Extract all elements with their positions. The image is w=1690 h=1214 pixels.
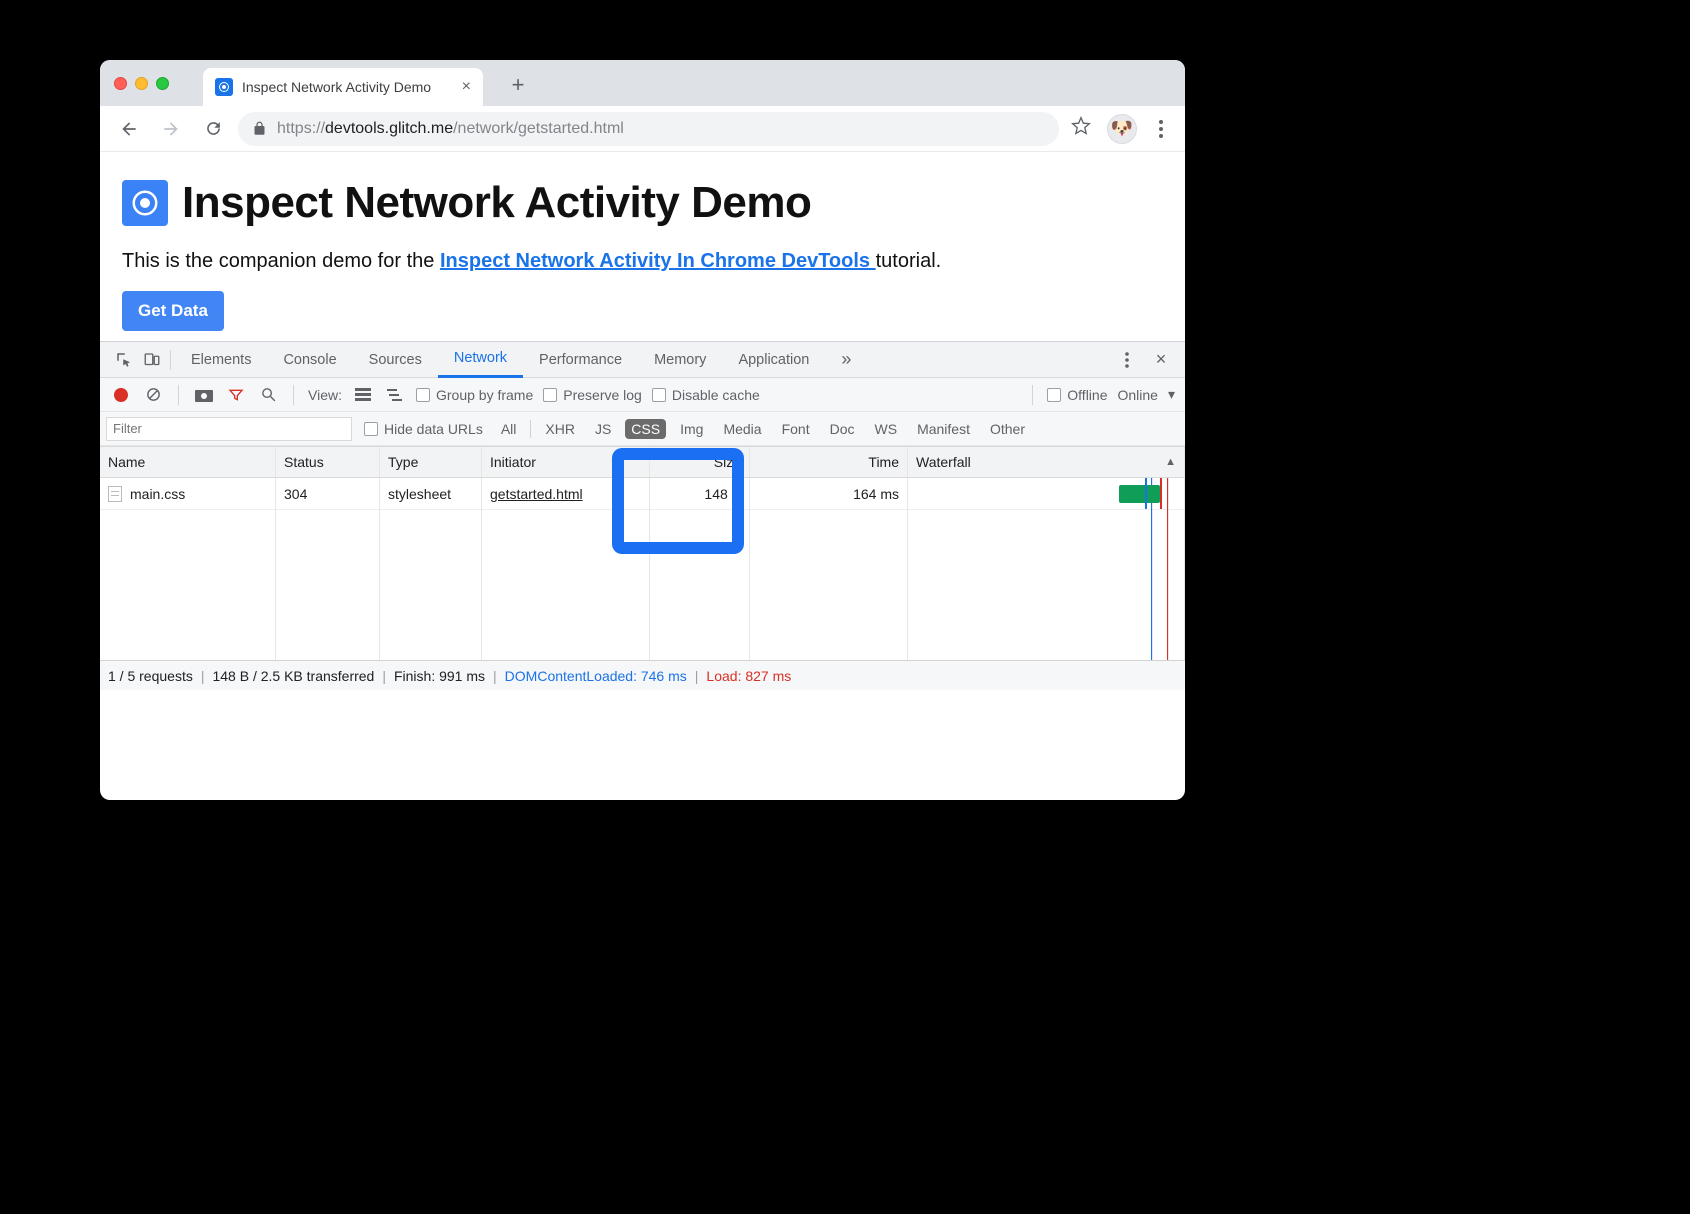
summary-finish: Finish: 991 ms	[394, 668, 485, 684]
summary-dcl: DOMContentLoaded: 746 ms	[505, 668, 687, 684]
cell-size: 148 B	[650, 478, 750, 509]
cell-time: 164 ms	[750, 478, 908, 509]
col-time[interactable]: Time	[750, 447, 908, 477]
col-size[interactable]: Size	[650, 447, 750, 477]
filter-type-manifest[interactable]: Manifest	[911, 419, 976, 439]
throttle-dropdown-icon[interactable]: ▾	[1168, 386, 1175, 403]
page-content: Inspect Network Activity Demo This is th…	[100, 152, 1185, 341]
filter-type-font[interactable]: Font	[776, 419, 816, 439]
filter-type-css[interactable]: CSS	[625, 419, 666, 439]
devtools-panel: ElementsConsoleSourcesNetworkPerformance…	[100, 341, 1185, 690]
filter-type-img[interactable]: Img	[674, 419, 709, 439]
summary-requests: 1 / 5 requests	[108, 668, 193, 684]
col-type[interactable]: Type	[380, 447, 482, 477]
disable-cache-checkbox[interactable]: Disable cache	[652, 387, 760, 403]
col-initiator[interactable]: Initiator	[482, 447, 650, 477]
capture-screenshots-icon[interactable]	[193, 384, 215, 406]
table-row[interactable]: main.css 304stylesheet getstarted.html 148 …	[100, 478, 1185, 510]
col-name[interactable]: Name	[100, 447, 276, 477]
network-toolbar: View: Group by frame Preserve log Disabl…	[100, 378, 1185, 412]
forward-button[interactable]	[154, 112, 188, 146]
filter-type-media[interactable]: Media	[717, 419, 767, 439]
devtools-tab-performance[interactable]: Performance	[523, 342, 638, 378]
favicon-icon	[215, 78, 233, 96]
url-input[interactable]: https://devtools.glitch.me/network/getst…	[238, 112, 1059, 146]
devtools-tab-elements[interactable]: Elements	[175, 342, 267, 378]
tutorial-link[interactable]: Inspect Network Activity In Chrome DevTo…	[440, 250, 876, 272]
page-logo-icon	[122, 180, 168, 226]
close-devtools-icon[interactable]: ×	[1147, 346, 1175, 374]
devtools-menu-icon[interactable]	[1113, 346, 1141, 374]
file-icon	[108, 486, 122, 502]
minimize-window-button[interactable]	[135, 77, 148, 90]
filter-type-js[interactable]: JS	[589, 419, 617, 439]
close-tab-icon[interactable]: ×	[462, 78, 471, 96]
filter-type-doc[interactable]: Doc	[824, 419, 861, 439]
group-by-frame-checkbox[interactable]: Group by frame	[416, 387, 533, 403]
network-filter-bar: Hide data URLs All XHR JS CSS Img Media Font Do…	[100, 412, 1185, 446]
back-button[interactable]	[112, 112, 146, 146]
col-waterfall[interactable]: Waterfall▲	[908, 447, 1185, 477]
online-throttle-select[interactable]: Online	[1118, 387, 1158, 403]
cell-initiator[interactable]: getstarted.html	[490, 486, 583, 502]
large-rows-icon[interactable]	[352, 384, 374, 406]
record-button[interactable]	[110, 384, 132, 406]
bookmark-star-icon[interactable]	[1067, 116, 1095, 141]
filter-type-xhr[interactable]: XHR	[539, 419, 581, 439]
get-data-button[interactable]: Get Data	[122, 291, 224, 331]
devtools-tab-console[interactable]: Console	[267, 342, 352, 378]
filter-input[interactable]	[106, 417, 352, 441]
filter-type-ws[interactable]: WS	[869, 419, 904, 439]
filter-toggle-icon[interactable]	[225, 384, 247, 406]
toggle-device-icon[interactable]	[138, 346, 166, 374]
table-body: main.css 304stylesheet getstarted.html 148 …	[100, 478, 1185, 660]
lock-icon	[252, 121, 267, 136]
reload-button[interactable]	[196, 112, 230, 146]
cell-waterfall	[916, 478, 1176, 509]
close-window-button[interactable]	[114, 77, 127, 90]
devtools-tab-bar: ElementsConsoleSourcesNetworkPerformance…	[100, 342, 1185, 378]
devtools-tab-memory[interactable]: Memory	[638, 342, 722, 378]
preserve-log-checkbox[interactable]: Preserve log	[543, 387, 642, 403]
col-status[interactable]: Status	[276, 447, 380, 477]
page-heading: Inspect Network Activity Demo	[182, 178, 811, 228]
address-bar: https://devtools.glitch.me/network/getst…	[100, 106, 1185, 152]
table-header: Name Status Type Initiator Size Time Wat…	[100, 446, 1185, 478]
url-text: https://devtools.glitch.me/network/getst…	[277, 120, 624, 138]
search-icon[interactable]	[257, 384, 279, 406]
inspect-element-icon[interactable]	[110, 346, 138, 374]
browser-window: Inspect Network Activity Demo × + https:…	[100, 60, 1185, 800]
devtools-tab-application[interactable]: Application	[722, 342, 825, 378]
window-controls	[114, 77, 169, 90]
filter-type-all[interactable]: All	[495, 419, 523, 439]
profile-avatar[interactable]: 🐶	[1107, 114, 1137, 144]
network-table: Name Status Type Initiator Size Time Wat…	[100, 446, 1185, 660]
view-label: View:	[308, 387, 342, 403]
tab-strip: Inspect Network Activity Demo × +	[100, 60, 1185, 106]
filter-type-other[interactable]: Other	[984, 419, 1031, 439]
maximize-window-button[interactable]	[156, 77, 169, 90]
summary-transferred: 148 B / 2.5 KB transferred	[212, 668, 374, 684]
overview-icon[interactable]	[384, 384, 406, 406]
clear-button[interactable]	[142, 384, 164, 406]
summary-load: Load: 827 ms	[706, 668, 791, 684]
devtools-tab-network[interactable]: Network	[438, 342, 523, 378]
tab-title: Inspect Network Activity Demo	[242, 79, 431, 95]
devtools-overflow-button[interactable]: »	[825, 342, 867, 378]
cell-status: 304	[276, 478, 380, 509]
devtools-tab-sources[interactable]: Sources	[353, 342, 438, 378]
cell-name: main.css	[130, 486, 185, 502]
cell-type: stylesheet	[380, 478, 482, 509]
offline-checkbox[interactable]: Offline	[1047, 387, 1107, 403]
network-summary: 1 / 5 requests | 148 B / 2.5 KB transfer…	[100, 660, 1185, 690]
page-intro: This is the companion demo for the Inspe…	[122, 250, 1163, 273]
hide-data-urls-checkbox[interactable]: Hide data URLs	[364, 421, 483, 437]
new-tab-button[interactable]: +	[503, 70, 533, 100]
browser-menu-button[interactable]	[1149, 120, 1173, 138]
browser-tab[interactable]: Inspect Network Activity Demo ×	[203, 68, 483, 106]
